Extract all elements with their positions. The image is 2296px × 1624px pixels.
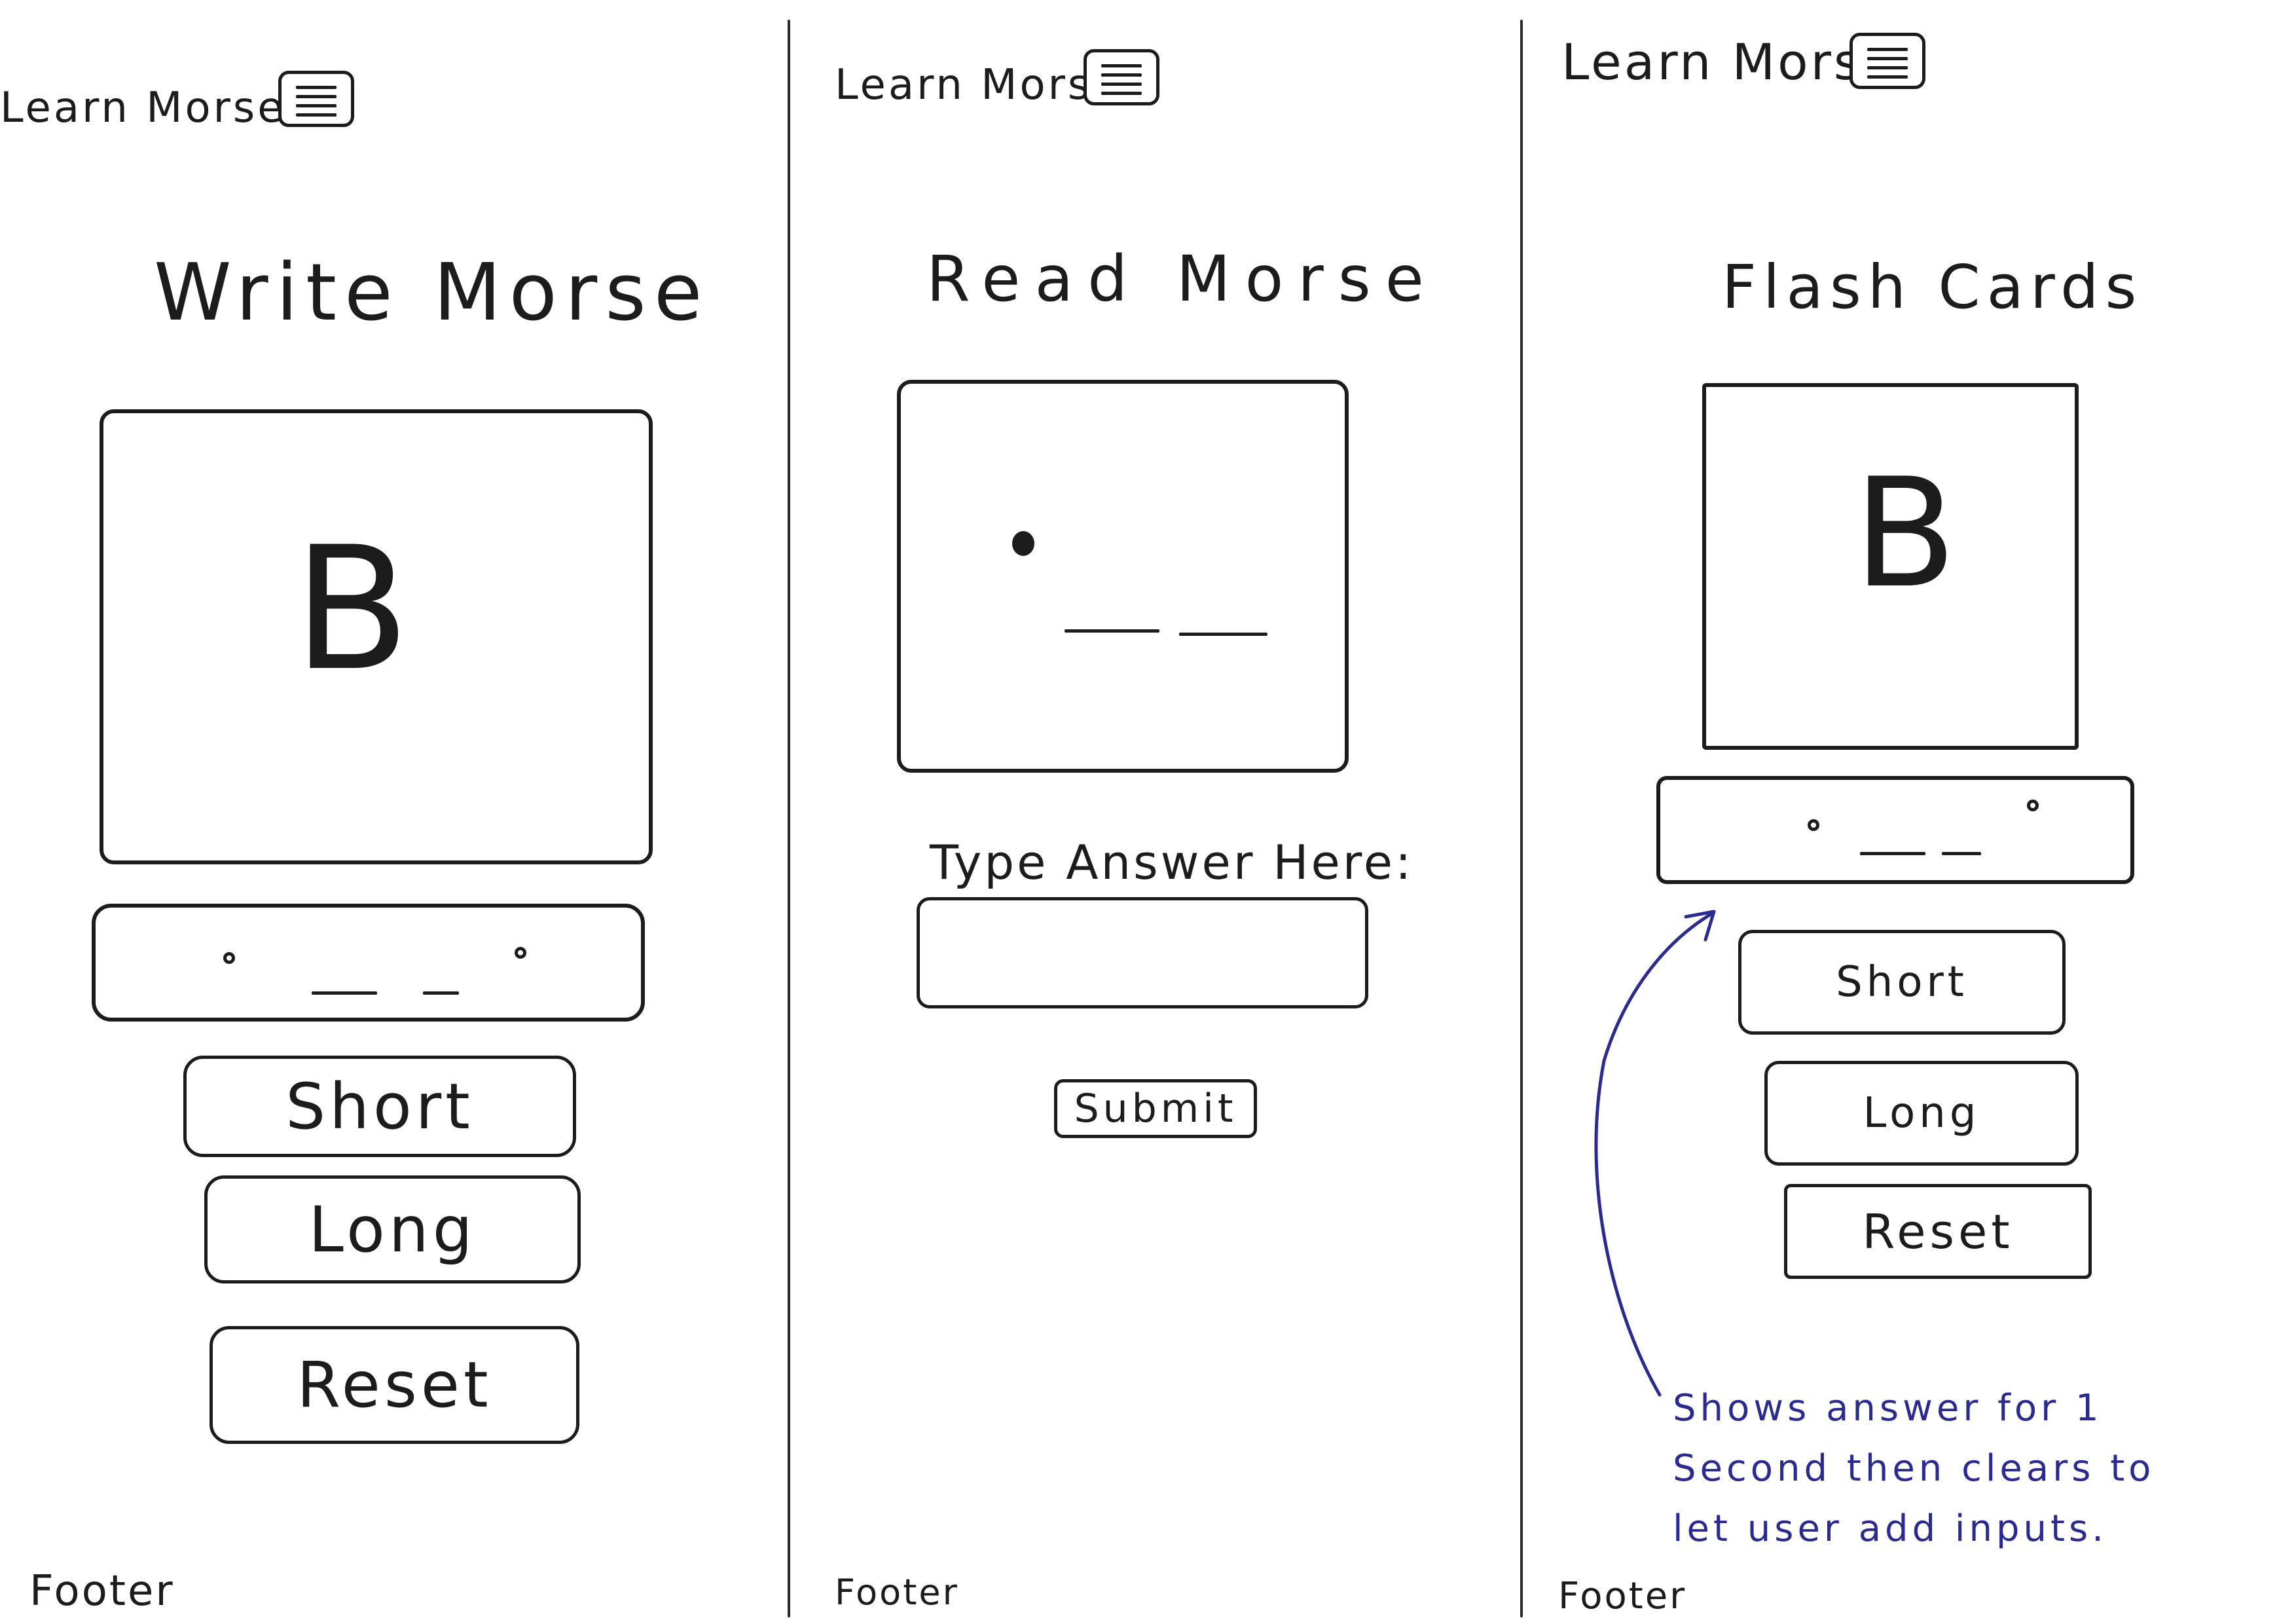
morse-dash [1179, 633, 1267, 636]
app-title: Learn Morse [835, 61, 1121, 109]
morse-dash [1065, 629, 1159, 633]
flash-card: B [1702, 383, 2079, 750]
long-button[interactable]: Long [204, 1175, 581, 1283]
flash-card-letter: B [1853, 447, 1957, 621]
hamburger-menu-icon[interactable] [1084, 49, 1159, 105]
flash-card-note: Shows answer for 1 Second then clears to… [1673, 1387, 2155, 1550]
page-title: Flash Cards [1722, 252, 2143, 322]
morse-dash [1860, 852, 1925, 855]
morse-dot [1012, 531, 1034, 556]
page-title: Write Morse [154, 248, 710, 339]
hamburger-menu-icon[interactable] [278, 71, 354, 127]
morse-dash [312, 991, 377, 995]
morse-code-display [897, 380, 1349, 773]
morse-dot [223, 952, 235, 964]
morse-dot [1808, 819, 1819, 831]
morse-dot [2027, 800, 2039, 811]
morse-dash [1942, 852, 1981, 855]
morse-dot [515, 947, 526, 959]
hamburger-menu-icon[interactable] [1850, 33, 1925, 89]
flash-cards-screen: Learn Morse Flash Cards B Short Long Res… [1522, 0, 2296, 1624]
submit-button[interactable]: Submit [1054, 1079, 1257, 1138]
app-title: Learn Morse [1561, 33, 1896, 91]
footer: Footer [835, 1572, 959, 1613]
app-title: Learn Morse [0, 84, 286, 132]
reset-button[interactable]: Reset [1784, 1184, 2092, 1279]
morse-answer-display [1656, 776, 2134, 884]
letter-display-box: B [100, 409, 653, 864]
short-button[interactable]: Short [1738, 930, 2066, 1035]
read-morse-screen: Learn Morse Read Morse Type Answer Here:… [789, 0, 1522, 1624]
short-button[interactable]: Short [183, 1056, 576, 1157]
answer-input[interactable] [917, 897, 1368, 1008]
footer: Footer [1558, 1575, 1687, 1617]
answer-label: Type Answer Here: [930, 835, 1414, 890]
page-title: Read Morse [926, 242, 1438, 316]
morse-input-display [92, 904, 645, 1022]
footer: Footer [29, 1567, 175, 1615]
long-button[interactable]: Long [1764, 1061, 2079, 1166]
write-morse-screen: Learn Morse Write Morse B Short Long Res… [0, 0, 789, 1624]
target-letter: B [293, 511, 410, 709]
morse-dash [423, 991, 459, 995]
reset-button[interactable]: Reset [210, 1326, 579, 1444]
